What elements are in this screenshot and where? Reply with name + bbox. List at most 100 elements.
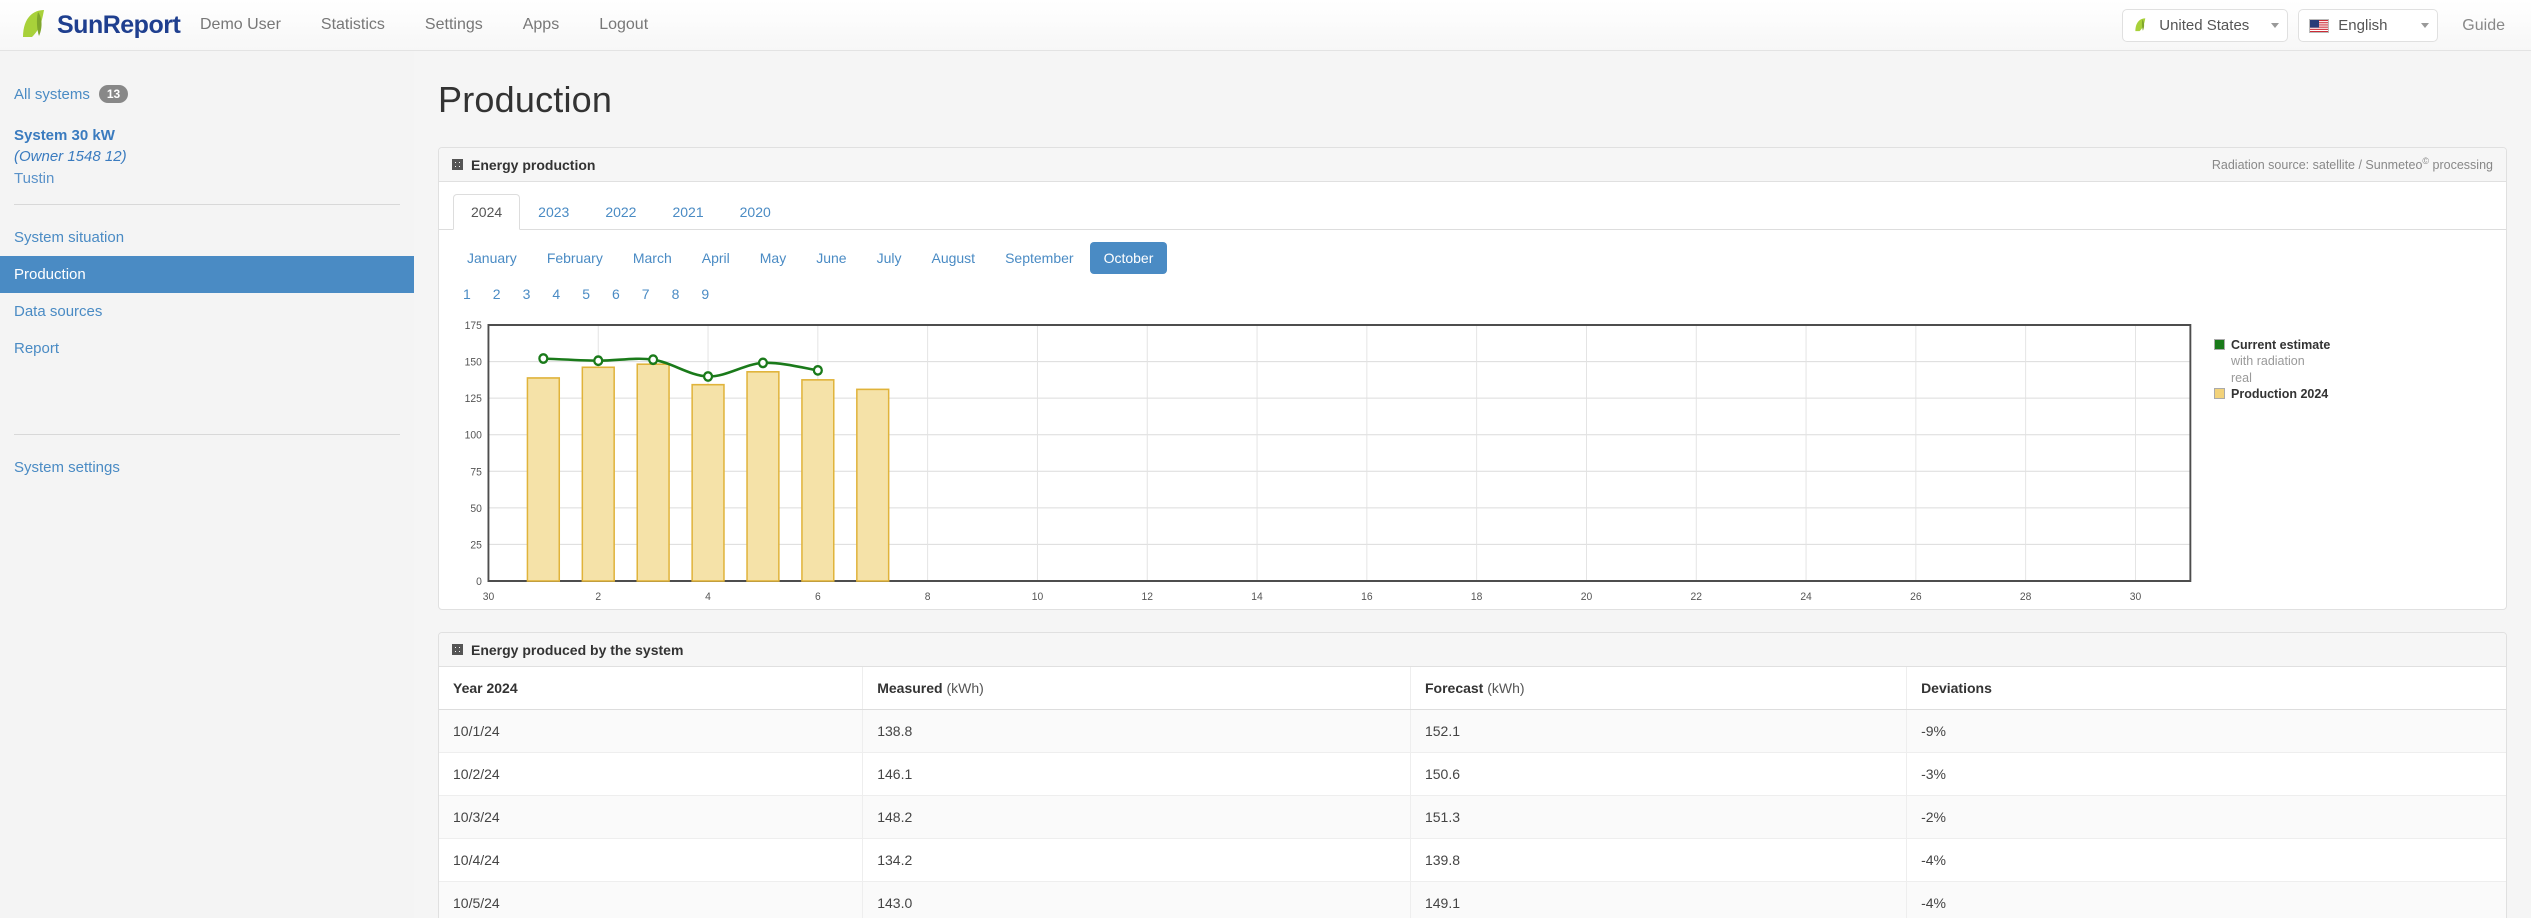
x-axis-tick-label: 2 <box>595 591 601 603</box>
sidebar-item-production[interactable]: Production <box>0 256 414 294</box>
sidebar-all-systems-link[interactable]: All systems <box>14 86 90 103</box>
us-flag-icon <box>2309 18 2330 33</box>
cell-deviation: -9% <box>1906 709 2506 753</box>
tab-year-2023[interactable]: 2023 <box>520 194 587 230</box>
table-row: 10/5/24 143.0 149.1 -4% <box>439 881 2506 918</box>
chart-bar <box>801 379 835 582</box>
legend-item-current-estimate: Current estimate with radiation real <box>2214 337 2496 386</box>
tab-month-march[interactable]: March <box>619 242 686 274</box>
chart-bar <box>856 388 890 582</box>
x-axis-tick-label: 12 <box>1142 591 1154 603</box>
chart-bar <box>691 383 725 582</box>
legend-item-production-2024: Production 2024 <box>2214 386 2496 402</box>
sidebar-system-city[interactable]: Tustin <box>14 170 400 187</box>
tab-month-february[interactable]: February <box>533 242 617 274</box>
language-select[interactable]: English <box>2298 9 2439 42</box>
tab-year-2022[interactable]: 2022 <box>587 194 654 230</box>
sidebar-item-system-settings[interactable]: System settings <box>0 449 414 486</box>
tab-month-august[interactable]: August <box>917 242 989 274</box>
legend-swatch-yellow <box>2214 387 2225 399</box>
language-select-value: English <box>2338 17 2388 34</box>
energy-table-panel-header: Energy produced by the system <box>439 633 2506 667</box>
tab-day-7[interactable]: 7 <box>632 283 660 305</box>
nav-link-apps[interactable]: Apps <box>503 0 579 50</box>
table-header: Year 2024 Measured (kWh) Forecast (kWh) … <box>439 667 2506 710</box>
column-header-year: Year 2024 <box>439 667 864 710</box>
chevron-down-icon <box>2421 23 2430 28</box>
energy-production-title: Energy production <box>471 156 596 173</box>
sidebar-system-owner[interactable]: (Owner 1548 12) <box>14 148 400 165</box>
all-systems-count-badge: 13 <box>98 85 129 104</box>
sidebar-item-report[interactable]: Report <box>0 330 414 367</box>
x-axis-tick-label: 4 <box>705 591 711 603</box>
tab-day-6[interactable]: 6 <box>602 283 630 305</box>
legend-label-production-2024: Production 2024 <box>2231 386 2329 401</box>
energy-table-panel: Energy produced by the system Year 2024 … <box>438 632 2507 918</box>
nav-link-statistics[interactable]: Statistics <box>301 0 405 50</box>
sidebar-divider-2 <box>14 434 400 436</box>
chart-bar <box>746 371 780 582</box>
x-axis-tick-label: 8 <box>925 591 931 603</box>
column-header-deviations: Deviations <box>1906 667 2506 710</box>
table-header-row: Year 2024 Measured (kWh) Forecast (kWh) … <box>439 667 2506 710</box>
sidebar-item-data-sources[interactable]: Data sources <box>0 293 414 330</box>
sidebar-current-system[interactable]: System 30 kW (Owner 1548 12) Tustin <box>0 109 414 189</box>
nav-link-demo-user[interactable]: Demo User <box>180 0 301 50</box>
tab-day-2[interactable]: 2 <box>483 283 511 305</box>
cell-date: 10/2/24 <box>439 752 864 796</box>
page-title: Production <box>438 79 613 120</box>
tab-day-4[interactable]: 4 <box>542 283 570 305</box>
nav-link-settings[interactable]: Settings <box>405 0 503 50</box>
tab-day-5[interactable]: 5 <box>572 283 600 305</box>
tab-month-may[interactable]: May <box>746 242 800 274</box>
tab-day-8[interactable]: 8 <box>662 283 690 305</box>
year-tab-list: 2024 2023 2022 2021 2020 <box>439 182 2506 230</box>
table-body: 10/1/24 138.8 152.1 -9% 10/2/24 146.1 150.6 -3%… <box>439 709 2506 918</box>
sidebar-all-systems[interactable]: All systems 13 <box>0 79 414 109</box>
chart-bar <box>636 363 670 582</box>
guide-link[interactable]: Guide <box>2448 17 2519 35</box>
tab-day-1[interactable]: 1 <box>453 283 481 305</box>
tab-month-october[interactable]: October <box>1089 242 1168 274</box>
tab-year-2021[interactable]: 2021 <box>654 194 721 230</box>
chart-line-marker <box>538 353 549 364</box>
chart-plot-area: 0 25 50 75 100 125 150 175 30 2 4 6 8 10 12 14 16 18 20 22 2… <box>449 315 2196 609</box>
y-axis-tick-label: 75 <box>470 466 482 478</box>
tab-year-2020[interactable]: 2020 <box>722 194 789 230</box>
column-header-measured: Measured (kWh) <box>862 667 1411 710</box>
cell-measured: 148.2 <box>862 795 1411 839</box>
chart-line-marker <box>702 371 714 382</box>
production-chart: 0 25 50 75 100 125 150 175 30 2 4 6 8 10 12 14 16 18 20 22 2… <box>439 309 2506 609</box>
sidebar-item-system-situation[interactable]: System situation <box>0 219 414 256</box>
tab-year-2024[interactable]: 2024 <box>453 194 521 230</box>
column-unit-measured: (kWh) <box>946 680 984 696</box>
legend-sub-with-radiation: with radiation <box>2231 354 2305 369</box>
nav-link-logout[interactable]: Logout <box>579 0 668 50</box>
sidebar-system-name[interactable]: System 30 kW <box>14 127 400 144</box>
cell-deviation: -3% <box>1906 752 2506 796</box>
cell-forecast: 139.8 <box>1410 838 1908 882</box>
main-content: Production Energy production Radiation s… <box>414 51 2531 918</box>
column-unit-forecast: (kWh) <box>1487 680 1525 696</box>
tab-month-september[interactable]: September <box>991 242 1087 274</box>
tab-day-3[interactable]: 3 <box>513 283 541 305</box>
tab-month-june[interactable]: June <box>802 242 860 274</box>
tab-month-july[interactable]: July <box>863 242 916 274</box>
top-navigation-bar: SunReport Demo User Statistics Settings … <box>0 0 2531 51</box>
cell-measured: 143.0 <box>862 881 1411 918</box>
day-tab-list: 1 2 3 4 5 6 7 8 9 <box>439 274 2506 309</box>
tab-month-april[interactable]: April <box>688 242 744 274</box>
country-select[interactable]: United States <box>2122 9 2289 42</box>
grid-icon <box>452 159 463 170</box>
tab-day-9[interactable]: 9 <box>691 283 719 305</box>
cell-forecast: 151.3 <box>1410 795 1908 839</box>
brand-logo[interactable]: SunReport <box>0 7 181 43</box>
column-label-year: Year 2024 <box>453 680 518 696</box>
x-axis-tick-label: 28 <box>2020 591 2032 603</box>
chart-bar <box>526 377 561 582</box>
x-axis-tick-label: 14 <box>1251 591 1263 603</box>
sidebar: All systems 13 System 30 kW (Owner 1548 … <box>0 51 414 918</box>
tab-month-january[interactable]: January <box>453 242 531 274</box>
y-axis-tick-label: 0 <box>476 576 482 588</box>
